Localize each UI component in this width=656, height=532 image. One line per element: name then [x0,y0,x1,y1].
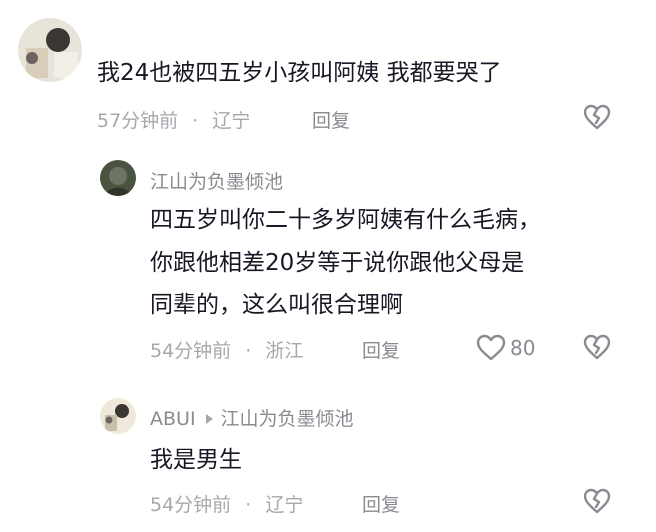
comment-1-location: 辽宁 [212,110,251,132]
comment-3-reply-to[interactable]: 江山为负墨倾池 [221,408,354,430]
comment-1-reply-button[interactable]: 回复 [312,106,350,133]
comment-2-avatar[interactable] [100,160,136,196]
comment-3-location: 辽宁 [265,494,304,516]
comment-2-time: 54分钟前 [150,340,232,362]
comment-3-username[interactable]: ABUI [150,408,196,430]
comment-2-reply-button[interactable]: 回复 [362,336,400,363]
reply-arrow-icon [205,413,213,424]
comment-2-like-count: 80 [510,335,536,360]
comment-3-avatar[interactable] [100,398,136,434]
comment-2-like-button[interactable]: 80 [476,334,535,361]
user-avatar-icon [18,18,82,82]
comment-3-broken-heart-icon[interactable] [583,488,611,518]
comment-3-reply-button[interactable]: 回复 [362,490,400,517]
comment-2-username[interactable]: 江山为负墨倾池 [150,167,283,194]
user-avatar-icon [100,398,136,434]
user-avatar-icon [100,160,136,196]
comment-2-line-2: 你跟他相差20岁等于说你跟他父母是 [150,250,525,276]
comment-1-avatar[interactable] [18,18,82,82]
comment-1-meta: 57分钟前 · 辽宁 [97,106,250,133]
comment-2-meta: 54分钟前 · 浙江 [150,336,303,363]
comment-2-separator: · [245,340,252,362]
heart-outline-icon [476,334,506,361]
comment-1-time: 57分钟前 [97,110,179,132]
comment-1-text: 我24也被四五岁小孩叫阿姨 我都要哭了 [97,60,502,86]
comment-3-text: 我是男生 [150,447,242,473]
comment-2-location: 浙江 [265,340,304,362]
comment-3-meta: 54分钟前 · 辽宁 [150,490,303,517]
comment-3-time: 54分钟前 [150,494,232,516]
comment-2-line-3: 同辈的，这么叫很合理啊 [150,292,403,318]
comment-3-separator: · [245,494,252,516]
comment-1-broken-heart-icon[interactable] [583,104,611,134]
comment-2-broken-heart-icon[interactable] [583,334,611,364]
comment-1-separator: · [192,110,199,132]
comment-2-line-1: 四五岁叫你二十多岁阿姨有什么毛病， [150,207,541,233]
comment-3-header: ABUI 江山为负墨倾池 [150,404,354,431]
